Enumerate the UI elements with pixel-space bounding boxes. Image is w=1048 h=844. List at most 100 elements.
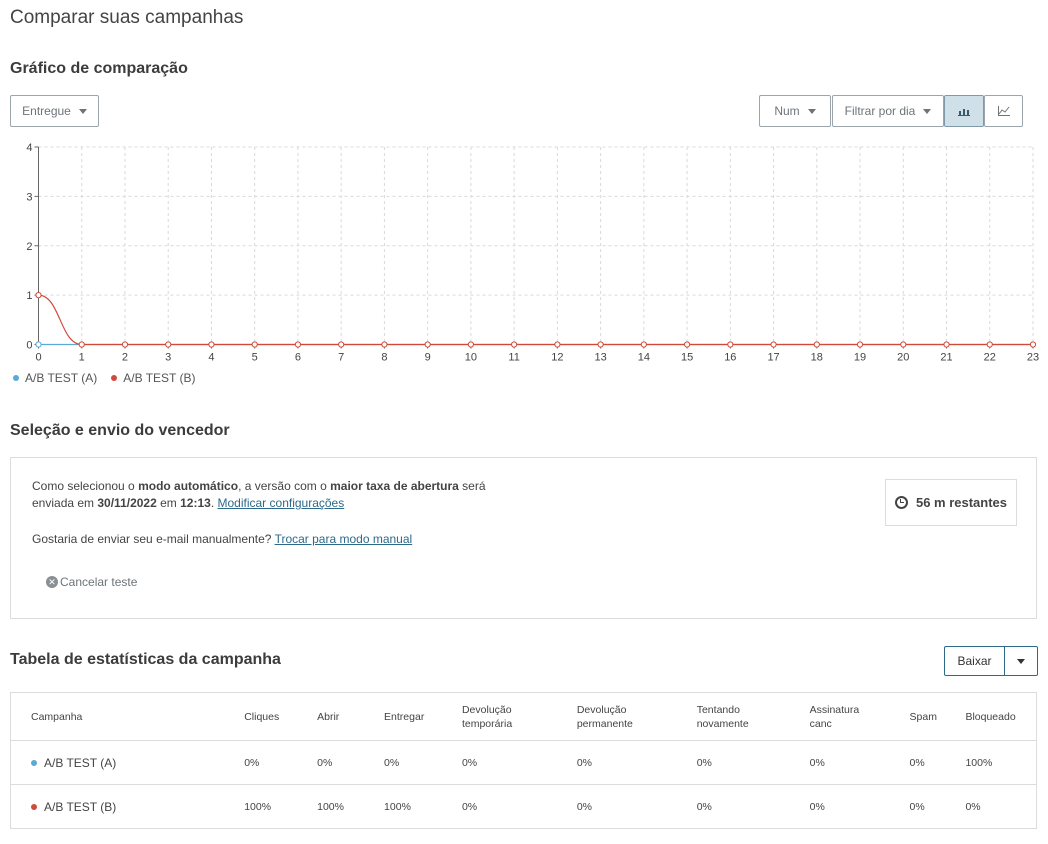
data-point-b[interactable] <box>683 341 691 348</box>
data-point-b[interactable] <box>640 341 647 348</box>
cancel-test-button[interactable]: ✕ Cancelar teste <box>46 575 137 589</box>
stat-cell: 100% <box>244 800 272 813</box>
campaign-stats-table: Campanha Cliques Abrir Entregar Devolução tem… <box>10 692 1037 829</box>
stat-cell: 0% <box>317 740 385 785</box>
data-point-b[interactable] <box>511 341 518 348</box>
x-tick-label: 19 <box>854 352 866 364</box>
column-header-text: Cliques <box>244 710 280 723</box>
x-tick-label: 7 <box>338 352 344 364</box>
data-point-b[interactable] <box>165 341 172 348</box>
stat-cell: 0% <box>696 740 810 785</box>
column-header-text: Assinatura <box>809 703 860 716</box>
y-tick-label: 4 <box>26 142 32 154</box>
bar-chart-view-button[interactable] <box>944 95 984 127</box>
filter-by-day-dropdown[interactable]: Filtrar por dia <box>832 95 944 127</box>
chevron-down-icon <box>1017 658 1025 664</box>
line-chart-view-button[interactable] <box>984 95 1023 127</box>
stat-cell: 0% <box>909 740 966 785</box>
data-point-b[interactable] <box>597 341 604 348</box>
switch-manual-link[interactable]: Trocar para modo manual <box>275 532 413 546</box>
data-point-b[interactable] <box>121 341 129 348</box>
campaign-name: A/B TEST (B) <box>31 800 244 814</box>
data-point-b[interactable] <box>554 341 561 348</box>
clock-icon <box>894 496 908 509</box>
column-header: Tentando novamente <box>696 692 810 741</box>
x-tick-label: 8 <box>381 352 387 364</box>
data-point-b[interactable] <box>294 341 302 348</box>
modify-settings-link[interactable]: Modificar configurações <box>218 496 345 510</box>
data-point-b[interactable] <box>338 341 345 348</box>
data-point-b[interactable] <box>1029 341 1037 348</box>
data-point-b[interactable] <box>208 341 215 348</box>
column-header: Cliques <box>244 692 318 741</box>
campaign-color-dot <box>31 803 37 810</box>
stat-cell: 100% <box>965 740 1037 785</box>
column-header-text: Campanha <box>31 710 83 723</box>
legend-label-b: A/B TEST (B) <box>123 371 196 385</box>
metric-dropdown[interactable]: Entregue <box>10 95 99 127</box>
send-time: 12:13 <box>180 496 211 510</box>
column-header-text: temporária <box>461 717 513 730</box>
criteria-label: maior taxa de abertura <box>330 479 459 493</box>
x-tick-label: 17 <box>767 352 779 364</box>
data-point-b[interactable] <box>35 292 42 299</box>
page-title: Comparar suas campanhas <box>10 7 244 28</box>
data-point-b[interactable] <box>381 341 388 348</box>
column-header-text: novamente <box>696 717 749 730</box>
chevron-down-icon <box>78 108 87 114</box>
x-tick-label: 10 <box>465 352 477 364</box>
legend-item-b[interactable]: A/B TEST (B) <box>111 371 196 385</box>
x-tick-label: 1 <box>79 352 85 364</box>
data-point-a[interactable] <box>35 341 42 348</box>
stat-cell: 0% <box>696 800 712 813</box>
bar-chart-icon <box>958 109 970 116</box>
download-options-button[interactable] <box>1005 646 1038 676</box>
stat-cell: 0% <box>244 740 318 785</box>
data-point-b[interactable] <box>727 341 734 348</box>
data-point-b[interactable] <box>900 341 907 348</box>
column-header-text: canc <box>809 717 832 730</box>
table-row: A/B TEST (B) 100% 100% 100% 0% 0% 0% 0% 0% 0% <box>11 785 1037 829</box>
data-point-b[interactable] <box>251 341 258 348</box>
download-button[interactable]: Baixar <box>944 646 1005 676</box>
stat-cell: 0% <box>576 800 593 813</box>
x-tick-label: 11 <box>508 352 519 364</box>
stat-cell: 0% <box>461 800 478 813</box>
winner-section-title: Seleção e envio do vencedor <box>10 422 230 439</box>
num-dropdown-label: Num <box>774 104 800 118</box>
x-tick-label: 4 <box>208 352 214 364</box>
data-point-b[interactable] <box>78 341 85 348</box>
x-tick-label: 16 <box>724 352 736 364</box>
download-button-group: Baixar <box>944 646 1038 676</box>
series-line-b <box>38 294 1033 346</box>
legend-dot-b <box>111 375 118 381</box>
x-tick-label: 20 <box>897 352 909 364</box>
data-point-b[interactable] <box>424 341 431 348</box>
stat-cell: 100% <box>384 800 411 813</box>
filter-dropdown-label: Filtrar por dia <box>844 104 916 118</box>
stat-cell: 0% <box>384 740 462 785</box>
column-header-text: Devolução <box>576 703 627 716</box>
x-tick-label: 0 <box>35 352 41 364</box>
x-tick-label: 23 <box>1027 352 1039 364</box>
num-dropdown[interactable]: Num <box>759 95 831 127</box>
campaign-name-text: A/B TEST (A) <box>44 755 117 770</box>
column-header: Bloqueado <box>965 692 1037 741</box>
data-point-b[interactable] <box>943 341 950 348</box>
line-chart-icon <box>997 106 1010 116</box>
data-point-b[interactable] <box>467 341 474 348</box>
metric-dropdown-label: Entregue <box>22 104 71 118</box>
winner-text-part: Como selecionou o <box>32 479 139 493</box>
column-header: Spam <box>909 692 966 741</box>
data-point-b[interactable] <box>813 341 820 348</box>
column-header-text: Bloqueado <box>965 710 1016 723</box>
data-point-b[interactable] <box>856 341 864 348</box>
data-point-b[interactable] <box>770 341 777 348</box>
campaign-cell: A/B TEST (A) <box>10 740 245 785</box>
column-header-text: Entregar <box>384 710 425 723</box>
legend-item-a[interactable]: A/B TEST (A) <box>13 371 97 385</box>
data-point-b[interactable] <box>986 341 993 348</box>
manual-question: Gostaria de enviar seu e-mail manualment… <box>32 532 275 546</box>
column-header-text: Spam <box>909 710 937 723</box>
column-header: Entregar <box>384 692 462 741</box>
